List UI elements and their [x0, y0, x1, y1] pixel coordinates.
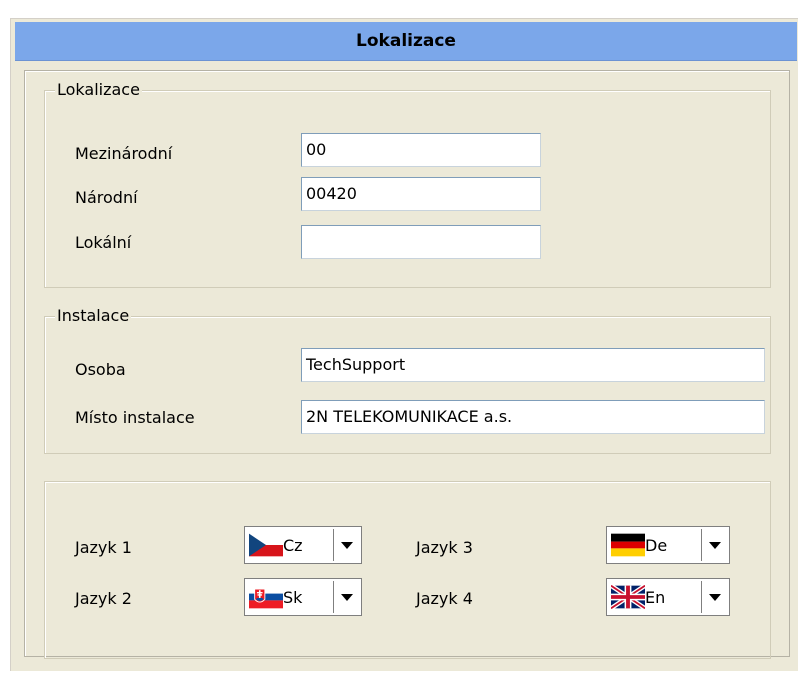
language-3-select[interactable]: De [606, 526, 730, 564]
language-3-value: De [645, 535, 668, 555]
language-2-dropdown-button[interactable] [333, 581, 359, 613]
german-flag-icon [611, 533, 645, 557]
uk-flag-icon [611, 585, 645, 609]
localization-legend: Lokalizace [55, 80, 142, 100]
language-1-dropdown-button[interactable] [333, 529, 359, 561]
language-1-select[interactable]: Cz [244, 526, 362, 564]
international-prefix-input[interactable]: 00 [301, 133, 541, 167]
local-label: Lokální [75, 233, 132, 252]
person-label: Osoba [75, 360, 126, 379]
national-prefix-input[interactable]: 00420 [301, 177, 541, 211]
panel-title: Lokalizace [356, 31, 456, 51]
language-4-label: Jazyk 4 [416, 589, 473, 608]
installation-legend: Instalace [55, 306, 132, 326]
content-area: Lokalizace Mezinárodní 00 Národní 00420 … [24, 70, 790, 659]
installation-place-input[interactable]: 2N TELEKOMUNIKACE a.s. [301, 400, 765, 434]
language-3-dropdown-button[interactable] [701, 529, 727, 561]
slovak-flag-icon [249, 585, 283, 609]
language-2-select[interactable]: Sk [244, 578, 362, 616]
language-2-label: Jazyk 2 [75, 589, 132, 608]
chevron-down-icon [708, 541, 721, 549]
language-group: Jazyk 1 Cz Jazyk 2 Sk Jazyk 3 De Jazyk 4… [44, 481, 771, 659]
localization-group: Lokalizace Mezinárodní 00 Národní 00420 … [44, 80, 771, 288]
chevron-down-icon [708, 593, 721, 601]
international-label: Mezinárodní [75, 144, 173, 163]
chevron-down-icon [340, 541, 353, 549]
language-1-label: Jazyk 1 [75, 538, 132, 557]
local-prefix-input[interactable] [301, 225, 541, 259]
language-3-label: Jazyk 3 [416, 538, 473, 557]
national-label: Národní [75, 188, 138, 207]
installation-place-label: Místo instalace [75, 408, 195, 427]
installation-group: Instalace Osoba TechSupport Místo instal… [44, 306, 771, 454]
language-4-value: En [645, 587, 666, 607]
panel-title-bar: Lokalizace [15, 22, 797, 61]
person-input[interactable]: TechSupport [301, 348, 765, 382]
czech-flag-icon [249, 533, 283, 557]
chevron-down-icon [340, 593, 353, 601]
language-2-value: Sk [283, 587, 303, 607]
language-4-dropdown-button[interactable] [701, 581, 727, 613]
language-1-value: Cz [283, 535, 303, 555]
language-4-select[interactable]: En [606, 578, 730, 616]
